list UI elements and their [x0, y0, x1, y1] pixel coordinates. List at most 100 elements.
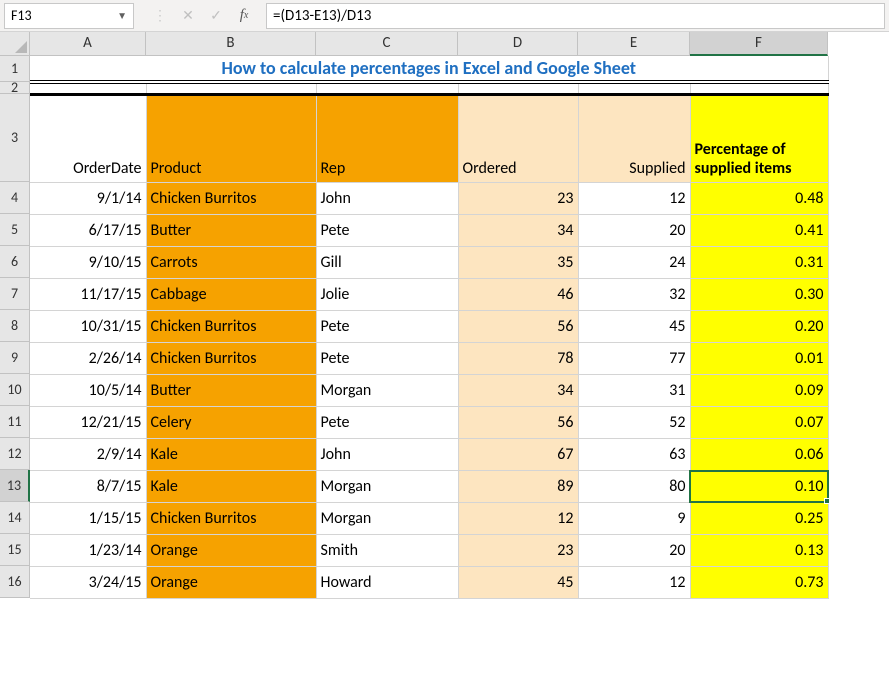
row-header[interactable]: 13 — [0, 470, 30, 502]
cell-ordered[interactable]: 45 — [458, 566, 578, 598]
col-header-F[interactable]: F — [690, 32, 828, 56]
cell-rep[interactable]: Howard — [316, 566, 458, 598]
cell-rep[interactable]: Gill — [316, 246, 458, 278]
cell-product[interactable]: Carrots — [146, 246, 316, 278]
cell-percentage[interactable]: 0.07 — [690, 406, 828, 438]
cell-supplied[interactable]: 9 — [578, 502, 690, 534]
cell-ordered[interactable]: 34 — [458, 374, 578, 406]
cell-rep[interactable]: John — [316, 182, 458, 214]
enter-formula-icon[interactable]: ✓ — [202, 4, 230, 28]
cell-date[interactable]: 10/31/15 — [30, 310, 146, 342]
cell-ordered[interactable]: 23 — [458, 534, 578, 566]
insert-function-icon[interactable]: fx — [230, 4, 258, 28]
cell-supplied[interactable]: 63 — [578, 438, 690, 470]
cell-product[interactable]: Orange — [146, 534, 316, 566]
cell[interactable] — [316, 82, 458, 94]
cell-supplied[interactable]: 32 — [578, 278, 690, 310]
cell-rep[interactable]: Morgan — [316, 502, 458, 534]
row-header[interactable]: 3 — [0, 94, 30, 182]
cell-ordered[interactable]: 35 — [458, 246, 578, 278]
cell-percentage[interactable]: 0.06 — [690, 438, 828, 470]
cell-supplied[interactable]: 52 — [578, 406, 690, 438]
cell-product[interactable]: Orange — [146, 566, 316, 598]
cell-rep[interactable]: Morgan — [316, 374, 458, 406]
cell-ordered[interactable]: 89 — [458, 470, 578, 502]
cell-supplied[interactable]: 45 — [578, 310, 690, 342]
cell-date[interactable]: 2/26/14 — [30, 342, 146, 374]
header-order-date[interactable]: OrderDate — [30, 94, 146, 182]
cell-ordered[interactable]: 78 — [458, 342, 578, 374]
cell-supplied[interactable]: 31 — [578, 374, 690, 406]
cell-rep[interactable]: Pete — [316, 342, 458, 374]
cell-supplied[interactable]: 20 — [578, 214, 690, 246]
cell-date[interactable]: 10/5/14 — [30, 374, 146, 406]
cell-rep[interactable]: Morgan — [316, 470, 458, 502]
cell-percentage[interactable]: 0.10 — [690, 470, 828, 502]
cell-product[interactable]: Chicken Burritos — [146, 182, 316, 214]
cell-rep[interactable]: Pete — [316, 214, 458, 246]
col-header-C[interactable]: C — [316, 32, 458, 56]
row-header[interactable]: 15 — [0, 534, 30, 566]
cell-date[interactable]: 11/17/15 — [30, 278, 146, 310]
cell-date[interactable]: 6/17/15 — [30, 214, 146, 246]
cell[interactable] — [146, 82, 316, 94]
cell-product[interactable]: Chicken Burritos — [146, 310, 316, 342]
cell[interactable] — [458, 82, 578, 94]
cell-rep[interactable]: Pete — [316, 310, 458, 342]
cell-percentage[interactable]: 0.41 — [690, 214, 828, 246]
cell-date[interactable]: 1/23/14 — [30, 534, 146, 566]
row-header[interactable]: 16 — [0, 566, 30, 598]
col-header-A[interactable]: A — [30, 32, 146, 56]
row-header[interactable]: 6 — [0, 246, 30, 278]
cell-ordered[interactable]: 56 — [458, 406, 578, 438]
row-header[interactable]: 12 — [0, 438, 30, 470]
cell-date[interactable]: 2/9/14 — [30, 438, 146, 470]
cell-date[interactable]: 9/1/14 — [30, 182, 146, 214]
cell-supplied[interactable]: 12 — [578, 182, 690, 214]
cell-date[interactable]: 3/24/15 — [30, 566, 146, 598]
cell-supplied[interactable]: 20 — [578, 534, 690, 566]
col-header-B[interactable]: B — [146, 32, 316, 56]
row-header[interactable]: 7 — [0, 278, 30, 310]
cell-percentage[interactable]: 0.31 — [690, 246, 828, 278]
row-header[interactable]: 5 — [0, 214, 30, 246]
name-box[interactable]: F13 ▼ — [4, 3, 134, 29]
cell-rep[interactable]: Smith — [316, 534, 458, 566]
col-header-D[interactable]: D — [458, 32, 578, 56]
cell-product[interactable]: Kale — [146, 470, 316, 502]
cell-rep[interactable]: Jolie — [316, 278, 458, 310]
cell[interactable] — [690, 82, 828, 94]
cell-supplied[interactable]: 24 — [578, 246, 690, 278]
cell-percentage[interactable]: 0.30 — [690, 278, 828, 310]
formula-input[interactable] — [273, 7, 878, 25]
cell-ordered[interactable]: 23 — [458, 182, 578, 214]
cell-percentage[interactable]: 0.25 — [690, 502, 828, 534]
cell-product[interactable]: Butter — [146, 214, 316, 246]
cell-rep[interactable]: John — [316, 438, 458, 470]
cell-ordered[interactable]: 46 — [458, 278, 578, 310]
cell-date[interactable]: 9/10/15 — [30, 246, 146, 278]
header-ordered[interactable]: Ordered — [458, 94, 578, 182]
cell-ordered[interactable]: 34 — [458, 214, 578, 246]
cell-ordered[interactable]: 67 — [458, 438, 578, 470]
row-header[interactable]: 11 — [0, 406, 30, 438]
cell-product[interactable]: Kale — [146, 438, 316, 470]
cell-percentage[interactable]: 0.01 — [690, 342, 828, 374]
row-header[interactable]: 2 — [0, 82, 30, 94]
title-cell[interactable]: How to calculate percentages in Excel an… — [30, 56, 828, 82]
cell-percentage[interactable]: 0.48 — [690, 182, 828, 214]
cell-product[interactable]: Butter — [146, 374, 316, 406]
name-box-dropdown-icon[interactable]: ▼ — [117, 9, 127, 22]
row-header[interactable]: 9 — [0, 342, 30, 374]
header-percentage[interactable]: Percentage of supplied items — [690, 94, 828, 182]
header-rep[interactable]: Rep — [316, 94, 458, 182]
cell[interactable] — [578, 82, 690, 94]
cell-date[interactable]: 12/21/15 — [30, 406, 146, 438]
header-supplied[interactable]: Supplied — [578, 94, 690, 182]
cell[interactable] — [30, 82, 146, 94]
cell-date[interactable]: 8/7/15 — [30, 470, 146, 502]
col-header-E[interactable]: E — [578, 32, 690, 56]
row-header[interactable]: 4 — [0, 182, 30, 214]
row-header[interactable]: 8 — [0, 310, 30, 342]
cell-rep[interactable]: Pete — [316, 406, 458, 438]
